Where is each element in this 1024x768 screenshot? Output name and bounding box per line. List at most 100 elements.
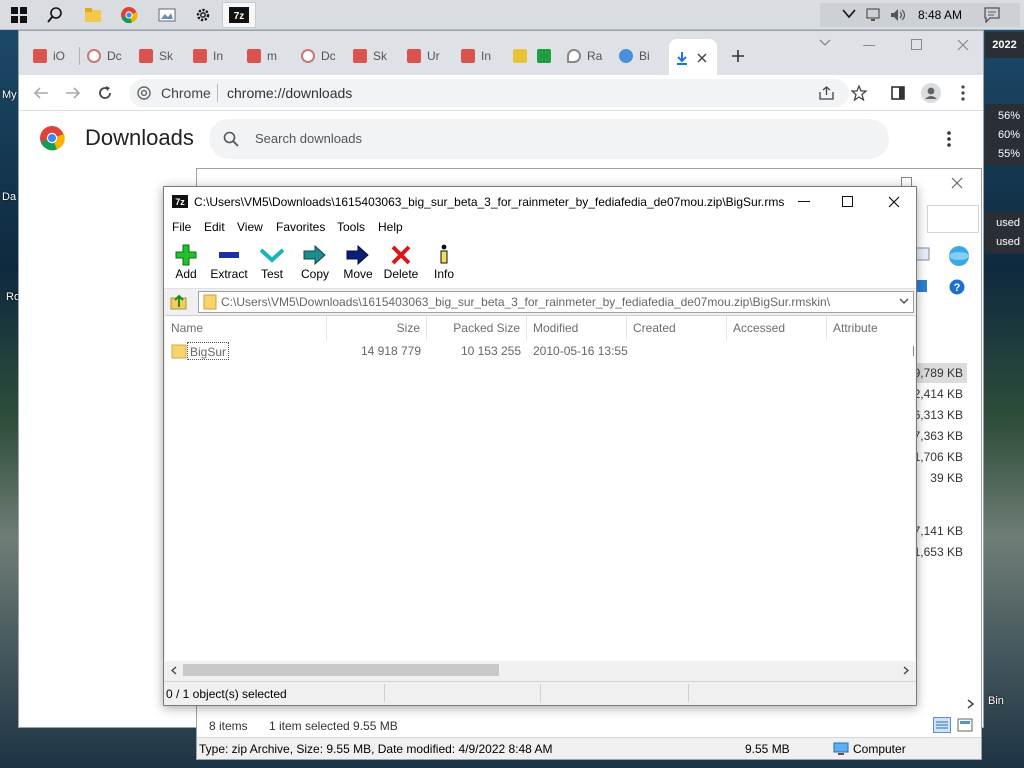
close-tab-icon[interactable] [697,53,707,63]
chevron-up-icon[interactable] [842,8,856,22]
start-button[interactable] [2,2,36,28]
move-icon [346,244,369,266]
add-button[interactable]: Add [164,243,208,281]
bookmark-star-icon[interactable] [851,85,867,101]
close-window-icon[interactable] [951,177,963,189]
new-tab-icon[interactable] [731,49,745,63]
up-folder-icon[interactable] [170,293,188,311]
extract-button[interactable]: Extract [207,243,251,281]
tab-downloads-active[interactable] [669,39,717,75]
title-bar[interactable]: 7z C:\Users\VM5\Downloads\1615403063_big… [164,187,916,217]
column-size[interactable]: Size [327,316,427,340]
globe-icon[interactable] [947,245,971,267]
move-button[interactable]: Move [336,243,380,281]
computer-icon [833,742,849,755]
path-field[interactable]: C:\Users\VM5\Downloads\1615403063_big_su… [198,291,914,313]
omnibox-divider [217,84,218,102]
app-taskbar-button[interactable] [150,2,184,28]
menu-edit[interactable]: Edit [204,220,225,234]
tab-label: Sk [373,49,388,63]
close-window-icon[interactable] [888,196,900,208]
chevron-down-icon[interactable] [899,298,909,305]
table-row[interactable]: BigSur 14 918 779 10 153 255 2010-05-16 … [165,340,915,362]
browser-tab[interactable]: Bi [605,41,650,71]
add-icon [175,244,197,266]
tab-search-icon[interactable] [819,39,831,47]
7zip-taskbar-button[interactable]: 7z [222,2,256,28]
7zip-icon: 7z [229,7,249,23]
delete-button[interactable]: Delete [379,243,423,281]
browser-tab[interactable]: In [179,41,223,71]
recycle-bin-label[interactable]: Bin [988,695,1004,707]
browser-tab[interactable]: Dc [73,41,122,71]
help-icon[interactable]: ? [949,279,965,295]
browser-tab[interactable]: Sk [339,41,387,71]
browser-tab[interactable]: In [447,41,491,71]
horizontal-scrollbar[interactable] [165,661,915,679]
chrome-taskbar-button[interactable] [112,2,146,28]
column-modified[interactable]: Modified [527,316,627,340]
minimize-icon[interactable] [798,201,810,203]
volume-icon[interactable] [890,8,908,25]
copy-icon [303,244,326,266]
copy-button[interactable]: Copy [293,243,337,281]
profile-avatar-icon[interactable] [921,83,941,103]
scroll-right-icon[interactable] [903,666,909,675]
browser-tab[interactable]: Ur [393,41,440,71]
network-icon[interactable] [866,8,882,25]
browser-tab[interactable] [523,41,557,71]
menu-tools[interactable]: Tools [337,220,365,234]
info-button[interactable]: Info [422,243,466,281]
clock[interactable]: 8:48 AM [918,8,962,22]
omnibox[interactable]: Chrome chrome://downloads [129,79,849,107]
desktop-icon-label[interactable]: Da [2,191,16,203]
downloads-menu-icon[interactable] [947,131,951,147]
maximize-icon[interactable] [911,39,923,51]
extract-label: Extract [210,267,248,281]
column-attributes[interactable]: Attribute [827,316,915,340]
dc-icon [87,49,101,63]
column-accessed[interactable]: Accessed [727,316,827,340]
back-icon[interactable] [33,85,49,101]
minimize-icon[interactable] [863,45,875,47]
large-icons-view-icon[interactable] [957,717,973,733]
column-packed-size[interactable]: Packed Size [427,316,527,340]
share-icon[interactable] [819,86,835,100]
windows-icon [11,7,27,23]
scrollbar-thumb[interactable] [183,664,499,676]
desktop-icon-label[interactable]: My [2,89,17,101]
notification-icon[interactable] [984,7,1000,26]
side-panel-icon[interactable] [891,86,905,100]
row-attributes [913,346,914,356]
column-created[interactable]: Created [627,316,727,340]
search-downloads-field[interactable]: Search downloads [209,119,889,159]
browser-tab[interactable]: iO [19,41,65,71]
menu-view[interactable]: View [237,220,263,234]
scroll-left-icon[interactable] [171,666,177,675]
status-divider [540,684,541,702]
browser-tab[interactable]: Ra [553,41,602,71]
sp-icon [139,49,153,63]
maximize-icon[interactable] [842,196,854,208]
test-button[interactable]: Test [250,243,294,281]
search-button[interactable] [38,2,72,28]
reload-icon[interactable] [97,85,113,101]
explorer-search-box[interactable] [927,205,979,233]
forward-icon[interactable] [65,85,81,101]
details-view-icon[interactable] [933,717,951,733]
column-name[interactable]: Name [165,316,327,340]
chrome-menu-icon[interactable] [961,85,965,101]
browser-tab[interactable]: m [233,41,277,71]
check-icon [537,49,551,63]
file-size: 2,414 KB [913,387,963,401]
menu-help[interactable]: Help [378,220,403,234]
browser-tab[interactable]: Dc [287,41,336,71]
omnibox-url[interactable]: chrome://downloads [227,85,352,101]
browser-tab[interactable]: Sk [125,41,173,71]
file-explorer-button[interactable] [76,2,110,28]
menu-file[interactable]: File [172,220,191,234]
menu-favorites[interactable]: Favorites [276,220,325,234]
settings-taskbar-button[interactable] [186,2,220,28]
close-window-icon[interactable] [957,39,969,51]
scroll-right-icon[interactable] [967,699,975,709]
